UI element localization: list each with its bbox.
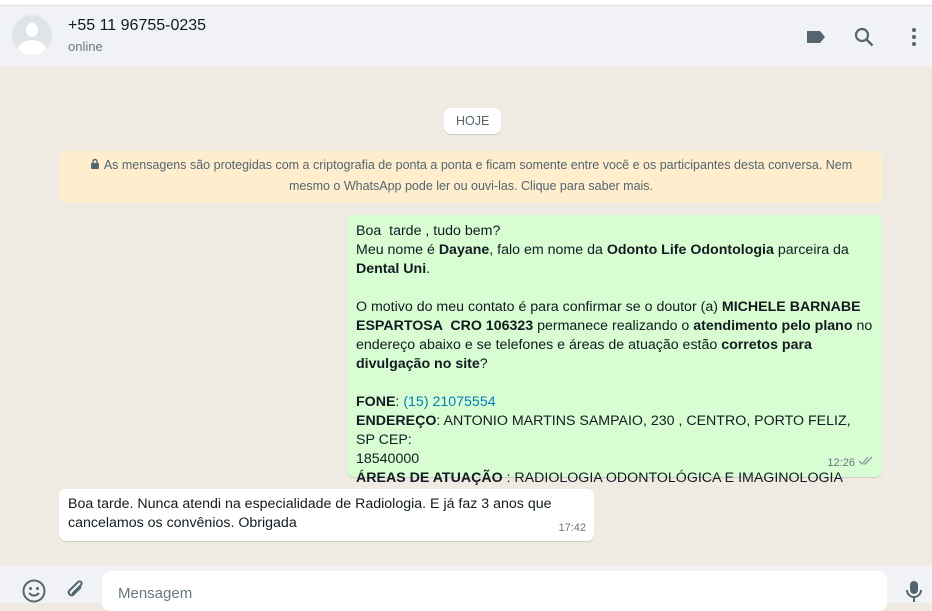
lock-icon — [90, 158, 99, 169]
message-line: Meu nome é Dayane, falo em nome da Odont… — [356, 241, 873, 260]
message-line: Dental Uni. — [356, 260, 873, 279]
text-segment: cancelamos os convênios. Obrigada — [68, 515, 297, 531]
message-time: 17:42 — [558, 522, 586, 534]
message-line: cancelamos os convênios. Obrigada — [68, 514, 585, 533]
message-body: Boa tarde , tudo bem? Meu nome é Dayane, … — [356, 222, 873, 488]
attach-icon[interactable] — [62, 578, 88, 604]
text-segment: O motivo do meu contato é para confirmar… — [356, 299, 722, 315]
search-icon[interactable] — [853, 26, 875, 48]
text-segment: ESPARTOSA CRO 106323 — [356, 318, 534, 334]
text-segment: : RADIOLOGIA ODONTOLÓGICA E IMAGINOLOGIA — [502, 470, 843, 486]
contact-avatar[interactable] — [12, 15, 52, 55]
message-line: Boa tarde , tudo bem? — [356, 222, 873, 241]
emoji-icon[interactable] — [21, 578, 47, 604]
text-segment: corretos para — [721, 337, 812, 353]
text-segment: ? — [479, 356, 488, 372]
message-line: O motivo do meu contato é para confirmar… — [356, 298, 873, 317]
encryption-text: As mensagens são protegidas com a cripto… — [103, 158, 853, 193]
message-meta: 12:26 — [827, 454, 874, 473]
message-line: endereço abaixo e se telefones e áreas d… — [356, 336, 873, 355]
message-line — [356, 374, 873, 393]
text-segment: FONE — [356, 394, 396, 410]
text-segment: MICHELE BARNABE — [721, 299, 861, 315]
message-line: ENDEREÇO: ANTONIO MARTINS SAMPAIO, 230 ,… — [356, 412, 873, 450]
label-icon[interactable] — [805, 26, 827, 48]
message-line: divulgação no site? — [356, 355, 873, 374]
menu-icon[interactable] — [903, 26, 925, 48]
text-segment: 18540000 — [356, 451, 420, 467]
text-segment: atendimento pelo plano — [693, 318, 853, 334]
message-body: Boa tarde. Nunca atendi na especialidade… — [68, 495, 585, 533]
contact-status: online — [68, 39, 103, 54]
message-line: Boa tarde. Nunca atendi na especialidade… — [68, 495, 585, 514]
incoming-message[interactable]: Boa tarde. Nunca atendi na especialidade… — [59, 489, 594, 541]
text-segment: . — [426, 261, 431, 277]
text-segment: Dental Uni — [356, 261, 427, 277]
text-segment: parceira da — [773, 242, 849, 258]
message-area: HOJE As mensagens são protegidas com a c… — [0, 66, 932, 566]
encryption-notice[interactable]: As mensagens são protegidas com a cripto… — [60, 151, 882, 203]
double-check-icon — [858, 456, 873, 465]
phone-link[interactable]: (15) 21075554 — [403, 394, 495, 410]
text-segment: Meu nome é — [356, 242, 439, 258]
message-line: 18540000 — [356, 450, 873, 469]
text-segment: no — [852, 318, 873, 334]
text-segment: Dayane — [438, 242, 490, 258]
message-line — [356, 279, 873, 298]
message-line: FONE: (15) 21075554 — [356, 393, 873, 412]
contact-name[interactable]: +55 11 96755-0235 — [68, 17, 206, 35]
outgoing-message[interactable]: Boa tarde , tudo bem? Meu nome é Dayane, … — [347, 215, 882, 486]
text-segment: Boa tarde. Nunca atendi na especialidade… — [68, 496, 552, 512]
text-segment: divulgação no site — [356, 356, 480, 372]
text-segment: endereço abaixo e se telefones e áreas d… — [356, 337, 722, 353]
text-segment: Boa tarde , tudo bem? — [356, 223, 501, 239]
date-divider: HOJE — [444, 108, 502, 134]
text-segment: , falo em nome da — [489, 242, 607, 258]
text-segment: ENDEREÇO — [356, 413, 437, 429]
text-segment: permanece realizando o — [533, 318, 694, 334]
message-input[interactable]: Mensagem — [102, 571, 887, 611]
text-segment: ÁREAS DE ATUAÇÃO — [356, 470, 503, 486]
message-time: 12:26 — [827, 457, 855, 469]
chat-header: +55 11 96755-0235 online — [0, 5, 932, 66]
message-line: ESPARTOSA CRO 106323 permanece realizand… — [356, 317, 873, 336]
message-line: ÁREAS DE ATUAÇÃO : RADIOLOGIA ODONTOLÓGI… — [356, 469, 873, 488]
composer: Mensagem — [0, 566, 932, 611]
text-segment: Odonto Life Odontologia — [606, 242, 774, 258]
microphone-icon[interactable] — [901, 578, 927, 604]
